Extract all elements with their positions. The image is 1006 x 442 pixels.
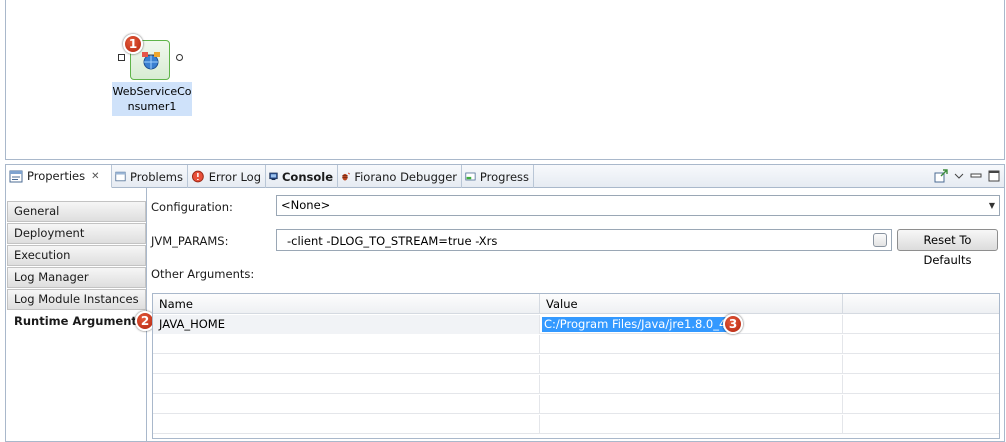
pin-icon[interactable] bbox=[934, 169, 948, 183]
nav-item-deployment[interactable]: Deployment bbox=[7, 223, 146, 244]
view-tab-bar: Properties ✕ Problems Error Log Console … bbox=[6, 165, 1004, 188]
chevron-down-icon[interactable]: ▼ bbox=[989, 196, 995, 215]
maximize-icon[interactable] bbox=[988, 170, 1000, 182]
other-arguments-table[interactable]: Name Value JAVA_HOME C:/Program Files/Ja… bbox=[152, 293, 1000, 439]
properties-view: Properties ✕ Problems Error Log Console … bbox=[5, 164, 1005, 442]
minimize-icon[interactable] bbox=[970, 171, 982, 181]
error-log-icon bbox=[191, 170, 204, 183]
progress-icon bbox=[465, 172, 476, 181]
view-toolbar bbox=[934, 168, 1000, 184]
reset-to-defaults-button[interactable]: Reset To Defaults bbox=[897, 229, 998, 267]
jvm-params-field[interactable]: -client -DLOG_TO_STREAM=true -Xrs bbox=[276, 229, 892, 251]
table-row bbox=[153, 415, 999, 434]
other-arguments-label: Other Arguments: bbox=[151, 267, 255, 281]
debugger-icon bbox=[342, 172, 351, 181]
cell-value bbox=[540, 355, 843, 374]
configuration-value: <None> bbox=[281, 198, 331, 212]
cell-name bbox=[153, 375, 540, 394]
console-icon bbox=[269, 172, 278, 181]
properties-nav: General Deployment Execution Log Manager… bbox=[7, 201, 146, 439]
jvm-params-checkbox[interactable] bbox=[873, 233, 887, 247]
tab-label: Progress bbox=[479, 169, 529, 184]
column-header-filler bbox=[843, 294, 999, 314]
table-row[interactable]: JAVA_HOME C:/Program Files/Java/jre1.8.0… bbox=[153, 315, 999, 334]
callout-badge: 3 bbox=[723, 314, 743, 334]
tab-label: Fiorano Debugger bbox=[354, 169, 457, 184]
cell-value bbox=[540, 335, 843, 354]
cell-name bbox=[153, 355, 540, 374]
cell-name[interactable]: JAVA_HOME bbox=[153, 315, 540, 334]
cell-value[interactable]: C:/Program Files/Java/jre1.8.0_45 bbox=[540, 315, 843, 334]
node-label: WebServiceConsumer1 bbox=[112, 82, 192, 116]
cell-name bbox=[153, 415, 540, 434]
table-row bbox=[153, 375, 999, 394]
properties-icon bbox=[9, 170, 23, 182]
configuration-label: Configuration: bbox=[151, 200, 233, 214]
cell-filler bbox=[843, 315, 999, 334]
table-row bbox=[153, 335, 999, 354]
cell-value bbox=[540, 395, 843, 414]
tab-label: Properties bbox=[27, 169, 86, 183]
tab-error-log[interactable]: Error Log bbox=[188, 165, 266, 188]
callout-badge: 1 bbox=[123, 34, 143, 54]
view-menu-icon[interactable] bbox=[954, 171, 964, 181]
column-header-name[interactable]: Name bbox=[153, 294, 540, 314]
nav-item-general[interactable]: General bbox=[7, 201, 146, 222]
tab-progress[interactable]: Progress bbox=[462, 165, 534, 188]
cell-value bbox=[540, 375, 843, 394]
problems-icon bbox=[115, 171, 126, 182]
nav-item-log-manager[interactable]: Log Manager bbox=[7, 267, 146, 288]
cell-value bbox=[540, 415, 843, 434]
nav-item-execution[interactable]: Execution bbox=[7, 245, 146, 266]
tab-label: Error Log bbox=[208, 169, 261, 184]
cell-value-text[interactable]: C:/Program Files/Java/jre1.8.0_45 bbox=[542, 317, 736, 332]
input-port[interactable] bbox=[118, 54, 125, 61]
tab-label: Console bbox=[281, 169, 333, 184]
table-row bbox=[153, 395, 999, 414]
tab-console[interactable]: Console bbox=[266, 165, 338, 188]
jvm-params-value: -client -DLOG_TO_STREAM=true -Xrs bbox=[287, 234, 498, 248]
nav-item-runtime-arguments[interactable]: Runtime Arguments bbox=[7, 311, 146, 332]
tab-label: Problems bbox=[129, 169, 183, 184]
cell-name bbox=[153, 395, 540, 414]
configuration-select[interactable]: <None> ▼ bbox=[276, 195, 1000, 216]
table-row bbox=[153, 355, 999, 374]
cell-name bbox=[153, 335, 540, 354]
column-header-value[interactable]: Value bbox=[540, 294, 843, 314]
nav-item-log-module-instances[interactable]: Log Module Instances bbox=[7, 289, 146, 310]
jvm-params-label: JVM_PARAMS: bbox=[151, 234, 229, 248]
tab-properties[interactable]: Properties ✕ bbox=[6, 165, 112, 188]
output-port[interactable] bbox=[176, 54, 183, 61]
flow-canvas[interactable]: WebServiceConsumer1 1 bbox=[5, 0, 1005, 160]
close-icon[interactable]: ✕ bbox=[91, 171, 99, 182]
tab-problems[interactable]: Problems bbox=[112, 165, 188, 188]
web-service-consumer-icon bbox=[142, 52, 160, 70]
table-header: Name Value bbox=[153, 294, 999, 314]
tab-fiorano-debugger[interactable]: Fiorano Debugger bbox=[338, 165, 462, 188]
